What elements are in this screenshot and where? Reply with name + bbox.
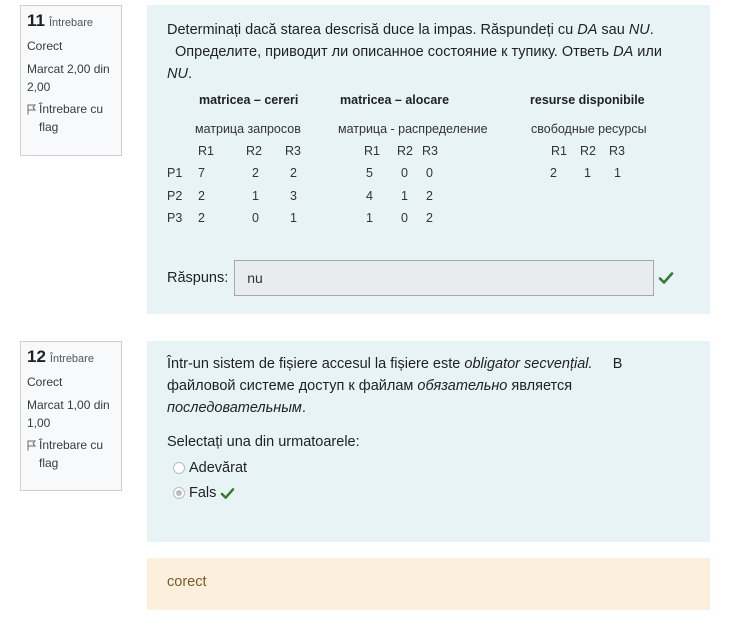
request-cell: 2 [252, 166, 259, 180]
available-cell: 2 [550, 166, 557, 180]
feedback-box: corect [147, 558, 710, 610]
allocation-cell: 2 [426, 189, 433, 203]
allocation-cell: 0 [426, 166, 433, 180]
col-header: R1 [364, 144, 380, 158]
col-header: R3 [285, 144, 301, 158]
answer-input[interactable]: nu [234, 260, 655, 296]
question-text: Într-un sistem de fișiere accesul la fiș… [167, 356, 623, 416]
correct-check-icon [658, 272, 674, 284]
col-header: R3 [609, 144, 625, 158]
col-header: R2 [246, 144, 262, 158]
question-text: Determinați dacă starea descrisă duce la… [167, 22, 662, 82]
col-header: R2 [397, 144, 413, 158]
option-label: Adevărat [189, 460, 248, 476]
question-12-info: 12 Întrebare Corect Marcat 1,00 din 1,00 Î… [20, 341, 122, 491]
answer-row: Răspuns: nu [167, 260, 674, 296]
available-resources-subheader: свободные ресурсы [531, 122, 647, 136]
radio-true[interactable] [173, 462, 185, 474]
question-number: 11 [27, 11, 45, 30]
col-header: R1 [551, 144, 567, 158]
flag-question-button[interactable]: Întrebare cu flag [27, 436, 115, 472]
matrix-table: matricea – cereri matricea – alocare res… [167, 93, 690, 225]
radio-false[interactable] [173, 487, 185, 499]
question-grade: Marcat 2,00 din 2,00 [27, 62, 110, 94]
allocation-matrix-header: matricea – alocare [340, 93, 450, 107]
process-label: P1 [167, 166, 183, 180]
flag-icon [27, 440, 36, 451]
question-number: 12 [27, 347, 46, 366]
answer-prompt: Selectați una din urmatoarele: [167, 434, 360, 450]
request-cell: 1 [252, 189, 259, 203]
flag-label: Întrebare cu [39, 102, 104, 116]
question-state: Corect [27, 375, 63, 389]
question-11-content: Determinați dacă starea descrisă duce la… [147, 5, 710, 314]
answer-label: Răspuns: [167, 270, 229, 286]
available-cell: 1 [614, 166, 621, 180]
request-cell: 7 [198, 166, 205, 180]
option-true[interactable]: Adevărat [173, 460, 690, 476]
option-label: Fals [189, 485, 217, 501]
request-cell: 1 [290, 211, 297, 225]
question-11-info: 11 Întrebare Corect Marcat 2,00 din 2,00 Î… [20, 5, 122, 156]
process-label: P3 [167, 211, 183, 225]
request-matrix-header: matricea – cereri [199, 93, 299, 107]
col-header: R1 [198, 144, 214, 158]
allocation-cell: 1 [401, 189, 408, 203]
correct-check-icon [221, 487, 235, 499]
flag-icon [27, 104, 36, 115]
process-label: P2 [167, 189, 183, 203]
flag-label: Întrebare cu [39, 438, 104, 452]
question-word: Întrebare [48, 17, 94, 29]
allocation-cell: 5 [366, 166, 373, 180]
request-cell: 2 [198, 211, 205, 225]
request-cell: 2 [198, 189, 205, 203]
request-cell: 2 [290, 166, 297, 180]
question-12-content: Într-un sistem de fișiere accesul la fiș… [147, 341, 710, 542]
allocation-cell: 1 [366, 211, 373, 225]
allocation-cell: 2 [426, 211, 433, 225]
request-cell: 3 [290, 189, 297, 203]
available-resources-header: resurse disponibile [530, 93, 645, 107]
allocation-cell: 0 [401, 166, 408, 180]
col-header: R3 [422, 144, 438, 158]
allocation-matrix-subheader: матрица - распределение [338, 122, 488, 136]
question-word: Întrebare [49, 353, 94, 365]
request-cell: 0 [252, 211, 259, 225]
allocation-cell: 4 [366, 189, 373, 203]
allocation-cell: 0 [401, 211, 408, 225]
col-header: R2 [580, 144, 596, 158]
question-grade: Marcat 1,00 din 1,00 [27, 398, 110, 430]
request-matrix-subheader: матрица запросов [195, 122, 301, 136]
option-false[interactable]: Fals [173, 485, 690, 501]
feedback-text: corect [167, 574, 207, 590]
available-cell: 1 [584, 166, 591, 180]
question-state: Corect [27, 39, 63, 53]
flag-question-button[interactable]: Întrebare cu flag [27, 100, 115, 136]
